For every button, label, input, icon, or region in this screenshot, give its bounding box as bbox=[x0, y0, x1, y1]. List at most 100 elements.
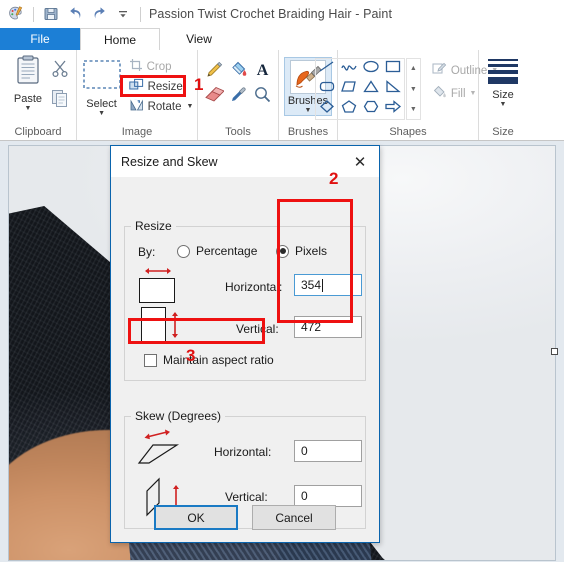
ribbon-group-tools: A Tools bbox=[198, 50, 279, 140]
horizontal-pixels-value: 354 bbox=[301, 278, 322, 292]
redo-icon[interactable] bbox=[88, 3, 110, 25]
size-button[interactable]: Size ▼ bbox=[488, 53, 518, 108]
crop-button[interactable]: Crop bbox=[126, 57, 197, 76]
scissors-icon[interactable] bbox=[50, 58, 70, 83]
paste-button[interactable]: Paste ▼ bbox=[6, 53, 50, 112]
shapes-scroll-up-icon[interactable]: ▲ bbox=[407, 59, 420, 78]
rectangle-shape-icon[interactable] bbox=[384, 59, 402, 79]
maintain-aspect-ratio-checkbox[interactable] bbox=[144, 353, 157, 367]
pixels-label: Pixels bbox=[295, 244, 328, 258]
line-size-icon bbox=[488, 59, 518, 84]
oval-shape-icon[interactable] bbox=[362, 59, 380, 79]
close-icon[interactable]: ✕ bbox=[341, 147, 379, 177]
ribbon-group-label-clipboard: Clipboard bbox=[14, 126, 62, 138]
undo-icon[interactable] bbox=[64, 3, 86, 25]
pixels-radio-row[interactable]: Pixels bbox=[276, 244, 327, 258]
ribbon-group-label-shapes: Shapes bbox=[389, 126, 427, 138]
diamond-shape-icon[interactable] bbox=[318, 99, 336, 119]
resize-and-skew-dialog: Resize and Skew ✕ Resize By: Percentage … bbox=[110, 145, 380, 543]
title-bar: Passion Twist Crochet Braiding Hair - Pa… bbox=[0, 0, 564, 28]
percentage-radio[interactable] bbox=[177, 244, 190, 258]
svg-text:A: A bbox=[256, 62, 268, 79]
brushes-dropdown-caret-icon[interactable]: ▼ bbox=[305, 107, 312, 114]
dialog-title-bar: Resize and Skew ✕ bbox=[111, 146, 379, 177]
pentagon-shape-icon[interactable] bbox=[340, 99, 358, 119]
horizontal-resize-box bbox=[139, 278, 175, 303]
customize-qat-icon[interactable] bbox=[112, 3, 134, 25]
ribbon-group-label-size: Size bbox=[492, 126, 514, 138]
image-commands: Crop Resize Rotate ▼ bbox=[126, 53, 197, 116]
skew-vertical-value: 0 bbox=[301, 489, 308, 503]
polygon-shape-icon[interactable] bbox=[340, 79, 358, 99]
clipboard-side-buttons bbox=[50, 53, 70, 113]
cancel-button[interactable]: Cancel bbox=[252, 505, 336, 530]
by-label-row: By: bbox=[138, 245, 155, 259]
vertical-pixels-value: 472 bbox=[301, 320, 322, 334]
select-label: Select bbox=[86, 98, 117, 110]
color-picker-icon[interactable] bbox=[229, 85, 248, 109]
text-tool-icon[interactable]: A bbox=[253, 60, 272, 84]
resize-label: Resize bbox=[147, 80, 183, 93]
ribbon-group-image: Select ▼ Crop Resize Rotate ▼ Image bbox=[77, 50, 198, 140]
size-label: Size bbox=[492, 89, 514, 101]
paint-palette-icon[interactable] bbox=[5, 3, 27, 25]
magnifier-icon[interactable] bbox=[253, 85, 272, 109]
dashed-rectangle-select-icon bbox=[82, 59, 122, 96]
vertical-resize-icon bbox=[141, 307, 181, 343]
skew-vertical-input[interactable]: 0 bbox=[294, 485, 362, 507]
paste-label: Paste bbox=[13, 93, 43, 105]
tab-view[interactable]: View bbox=[160, 28, 238, 50]
tab-file[interactable]: File bbox=[0, 28, 80, 50]
ribbon-group-label-tools: Tools bbox=[225, 126, 251, 138]
resize-icon bbox=[128, 78, 144, 95]
horizontal-skew-icon bbox=[137, 429, 183, 467]
fill-with-color-icon[interactable] bbox=[229, 60, 248, 84]
line-shape-icon[interactable] bbox=[318, 59, 336, 79]
pencil-icon[interactable] bbox=[205, 60, 224, 84]
skew-horizontal-input[interactable]: 0 bbox=[294, 440, 362, 462]
window-title: Passion Twist Crochet Braiding Hair - Pa… bbox=[149, 7, 393, 21]
horizontal-resize-icon bbox=[139, 265, 179, 303]
clipboard-icon bbox=[14, 55, 42, 92]
skew-horizontal-label: Horizontal: bbox=[214, 445, 272, 459]
shapes-gallery-expand-icon[interactable]: ▼ bbox=[407, 100, 420, 119]
maintain-aspect-ratio-row[interactable]: Maintain aspect ratio bbox=[144, 353, 274, 367]
text-caret bbox=[322, 278, 324, 292]
vertical-label: Vertical: bbox=[236, 322, 279, 336]
vertical-row: Vertical: bbox=[236, 322, 279, 336]
hexagon-shape-icon[interactable] bbox=[362, 99, 380, 119]
right-triangle-shape-icon[interactable] bbox=[384, 79, 402, 99]
skew-vertical-row: Vertical: bbox=[225, 490, 268, 504]
triangle-shape-icon[interactable] bbox=[362, 79, 380, 99]
copy-icon[interactable] bbox=[50, 88, 70, 113]
pixels-radio[interactable] bbox=[276, 244, 289, 258]
rotate-button[interactable]: Rotate ▼ bbox=[126, 97, 197, 116]
ribbon-tabs: File Home View bbox=[0, 28, 564, 50]
horizontal-pixels-input[interactable]: 354 bbox=[294, 274, 362, 296]
rotate-dropdown-caret-icon[interactable]: ▼ bbox=[186, 103, 193, 110]
eraser-icon[interactable] bbox=[204, 86, 225, 107]
outline-pen-icon bbox=[432, 62, 447, 79]
shapes-gallery-scroll[interactable]: ▲ ▼ ▼ bbox=[405, 58, 421, 120]
vertical-pixels-input[interactable]: 472 bbox=[294, 316, 362, 338]
ribbon-group-label-brushes: Brushes bbox=[287, 126, 329, 138]
save-icon[interactable] bbox=[40, 3, 62, 25]
canvas-resize-handle-right[interactable] bbox=[551, 348, 558, 355]
fill-label: Fill bbox=[450, 87, 466, 100]
paste-dropdown-caret-icon[interactable]: ▼ bbox=[25, 105, 32, 112]
rounded-rectangle-shape-icon[interactable] bbox=[318, 79, 336, 99]
size-dropdown-caret-icon[interactable]: ▼ bbox=[500, 101, 507, 108]
ok-button[interactable]: OK bbox=[154, 505, 238, 530]
ribbon-group-shapes: ▲ ▼ ▼ Outline ▼ bbox=[314, 50, 498, 140]
dialog-buttons: OK Cancel bbox=[111, 505, 379, 530]
tab-home[interactable]: Home bbox=[80, 28, 160, 50]
percentage-radio-row[interactable]: Percentage bbox=[177, 244, 257, 258]
right-arrow-shape-icon[interactable] bbox=[384, 99, 402, 119]
curve-shape-icon[interactable] bbox=[340, 59, 358, 79]
resize-button[interactable]: Resize bbox=[126, 77, 197, 96]
quick-access-toolbar bbox=[0, 3, 145, 25]
fill-dropdown-caret-icon[interactable]: ▼ bbox=[470, 90, 477, 97]
shapes-scroll-down-icon[interactable]: ▼ bbox=[407, 80, 420, 99]
select-dropdown-caret-icon[interactable]: ▼ bbox=[98, 110, 105, 117]
select-button[interactable]: Select ▼ bbox=[78, 53, 126, 117]
